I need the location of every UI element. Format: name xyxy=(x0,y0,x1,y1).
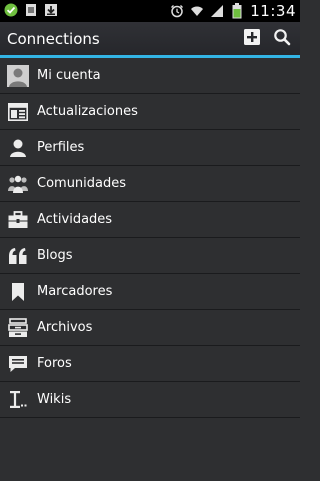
menu-item-blogs[interactable]: Blogs xyxy=(0,238,300,274)
alarm-icon xyxy=(170,4,184,18)
menu-item-actualizaciones[interactable]: Actualizaciones xyxy=(0,94,300,130)
download-icon xyxy=(44,3,58,17)
menu-item-label: Perfiles xyxy=(37,140,85,155)
quote-icon xyxy=(7,245,29,267)
signal-icon xyxy=(210,4,224,18)
updates-icon xyxy=(7,101,29,123)
status-bar: 11:34 xyxy=(0,0,300,22)
wifi-icon xyxy=(190,4,204,18)
person-icon xyxy=(7,137,29,159)
forum-icon xyxy=(7,353,29,375)
wiki-icon xyxy=(7,389,29,411)
action-bar: Connections xyxy=(0,22,300,58)
menu-item-label: Wikis xyxy=(37,392,72,407)
menu-item-label: Actividades xyxy=(37,212,113,227)
check-circle-icon xyxy=(4,3,18,17)
status-clock: 11:34 xyxy=(250,2,296,20)
navigation-list: Mi cuenta Actualizaciones Perfiles Comun… xyxy=(0,58,300,418)
avatar-icon xyxy=(7,64,29,87)
menu-item-label: Archivos xyxy=(37,320,93,335)
menu-item-label: Actualizaciones xyxy=(37,104,138,119)
menu-item-label: Mi cuenta xyxy=(37,68,101,83)
menu-item-label: Foros xyxy=(37,356,72,371)
status-right-icons: 11:34 xyxy=(170,2,296,20)
bookmark-icon xyxy=(7,281,29,303)
menu-item-label: Marcadores xyxy=(37,284,113,299)
menu-item-label: Comunidades xyxy=(37,176,127,191)
briefcase-icon xyxy=(7,209,29,231)
add-icon xyxy=(243,28,261,50)
battery-icon xyxy=(230,3,244,19)
search-button[interactable] xyxy=(270,27,294,51)
menu-item-perfiles[interactable]: Perfiles xyxy=(0,130,300,166)
search-icon xyxy=(273,28,291,50)
menu-item-actividades[interactable]: Actividades xyxy=(0,202,300,238)
sim-card-icon xyxy=(24,3,38,17)
menu-item-archivos[interactable]: Archivos xyxy=(0,310,300,346)
menu-item-label: Blogs xyxy=(37,248,73,263)
menu-item-mi-cuenta[interactable]: Mi cuenta xyxy=(0,58,300,94)
menu-item-marcadores[interactable]: Marcadores xyxy=(0,274,300,310)
menu-item-comunidades[interactable]: Comunidades xyxy=(0,166,300,202)
menu-item-wikis[interactable]: Wikis xyxy=(0,382,300,418)
files-icon xyxy=(7,317,29,339)
communities-icon xyxy=(7,173,29,195)
menu-item-foros[interactable]: Foros xyxy=(0,346,300,382)
add-button[interactable] xyxy=(240,27,264,51)
app-title: Connections xyxy=(7,30,100,48)
status-left-icons xyxy=(4,3,58,17)
